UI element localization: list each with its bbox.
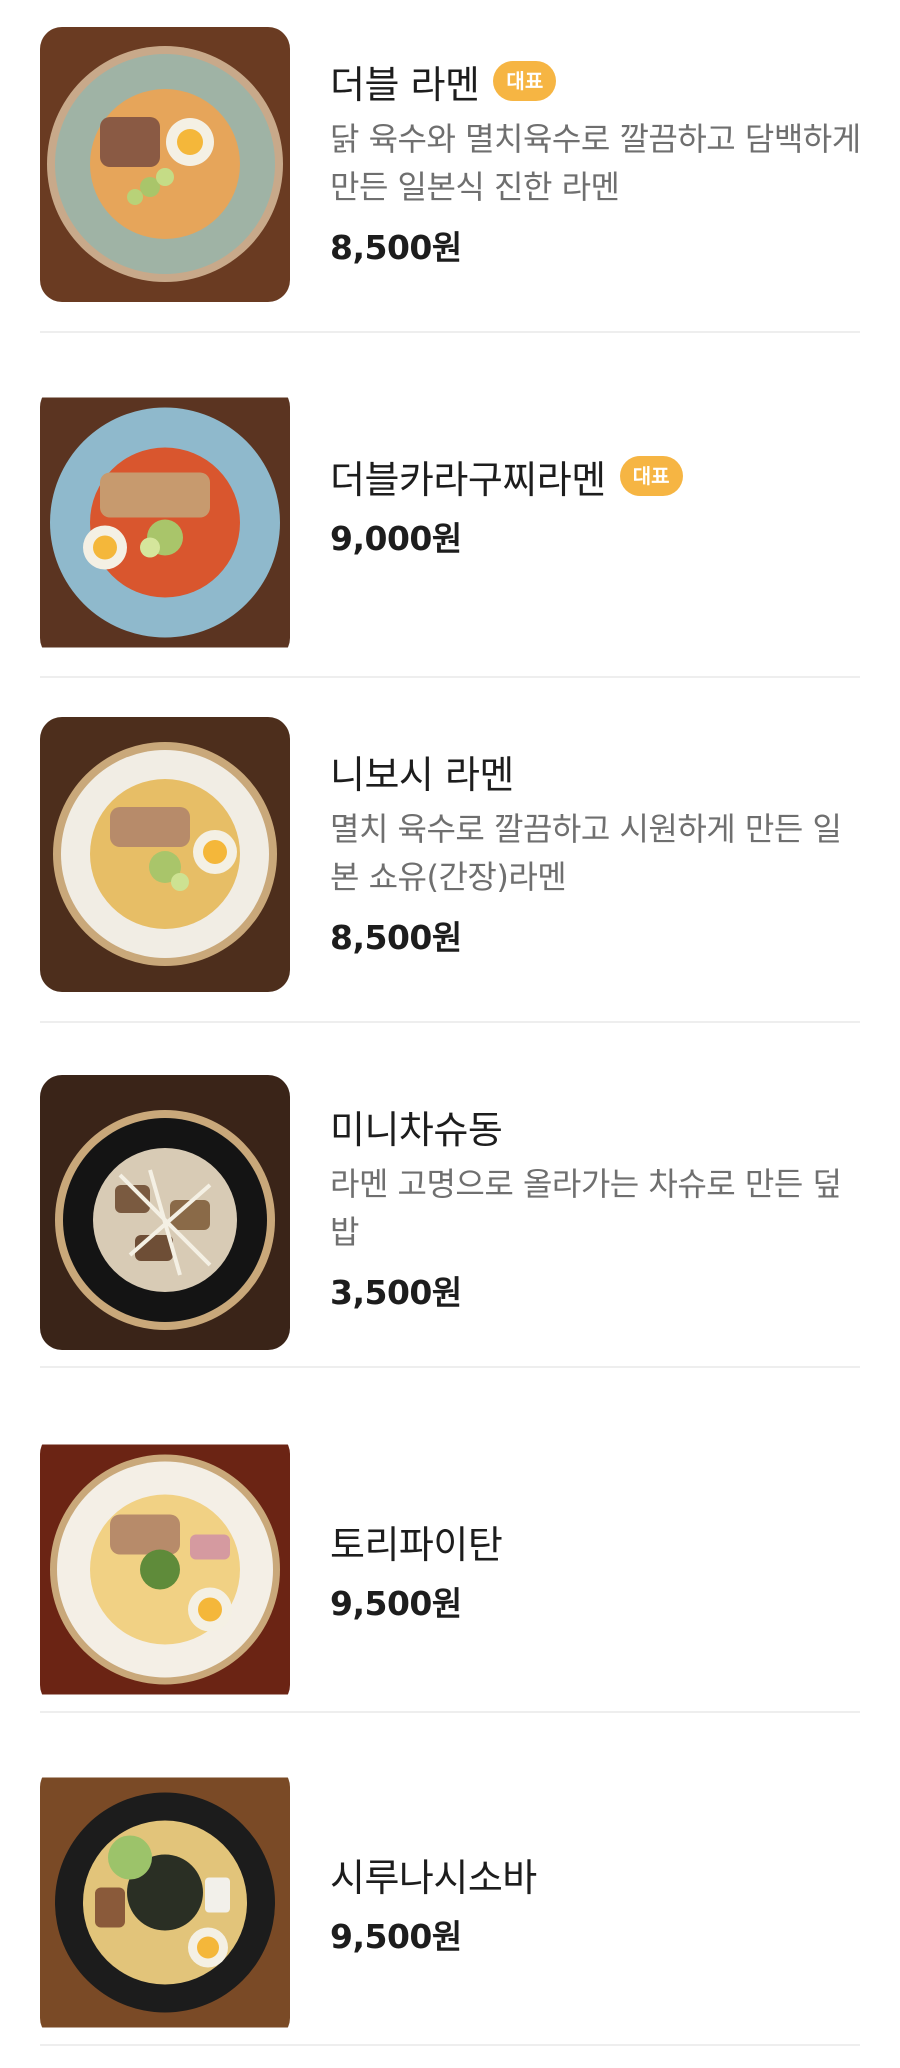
menu-item-info: 니보시 라멘 멸치 육수로 깔끔하고 시원하게 만든 일본 쇼유(간장)라멘 8…	[330, 745, 870, 959]
menu-item-description: 멸치 육수로 깔끔하고 시원하게 만든 일본 쇼유(간장)라멘	[330, 810, 842, 896]
menu-item-description: 닭 육수와 멸치육수로 깔끔하고 담백하게 만든 일본식 진한 라멘	[330, 120, 861, 206]
chashu-don-image	[40, 1075, 290, 1350]
menu-item-price: 8,500원	[330, 918, 462, 957]
menu-item-name-row: 미니차슈동	[330, 1100, 870, 1152]
menu-item-shirunashi-soba[interactable]: 시루나시소바 9,500원	[40, 1713, 860, 2046]
menu-item-info: 더블카라구찌라멘 대표 9,000원	[330, 450, 870, 560]
menu-item-price: 9,000원	[330, 519, 462, 558]
menu-item-price: 9,500원	[330, 1584, 462, 1623]
menu-item-image	[40, 1765, 290, 2040]
signature-badge: 대표	[493, 61, 557, 101]
menu-item-price: 8,500원	[330, 228, 462, 267]
menu-item-double-ramen[interactable]: 더블 라멘 대표 닭 육수와 멸치육수로 깔끔하고 담백하게 만든 일본식 진한…	[40, 0, 861, 333]
mazesoba-bowl-image	[40, 1777, 290, 2028]
ramen-bowl-image	[40, 27, 290, 302]
menu-item-price: 3,500원	[330, 1273, 462, 1312]
menu-item-name-row: 더블 라멘 대표	[330, 55, 870, 107]
menu-item-info: 시루나시소바 9,500원	[330, 1848, 870, 1958]
menu-item-info: 토리파이탄 9,500원	[330, 1515, 870, 1625]
menu-item-image	[40, 717, 290, 992]
menu-item-name-row: 시루나시소바	[330, 1848, 870, 1900]
menu-item-double-karaguchi-ramen[interactable]: 더블카라구찌라멘 대표 9,000원	[40, 345, 860, 678]
menu-item-mini-chashu-don[interactable]: 미니차슈동 라멘 고명으로 올라가는 차슈로 만든 덮밥 3,500원	[40, 1035, 860, 1368]
menu-item-description: 라멘 고명으로 올라가는 차슈로 만든 덮밥	[330, 1165, 842, 1251]
menu-item-name: 토리파이탄	[330, 1522, 503, 1567]
menu-item-image	[40, 1432, 290, 1707]
menu-item-info: 더블 라멘 대표 닭 육수와 멸치육수로 깔끔하고 담백하게 만든 일본식 진한…	[330, 55, 870, 269]
menu-item-info: 미니차슈동 라멘 고명으로 올라가는 차슈로 만든 덮밥 3,500원	[330, 1100, 870, 1314]
signature-badge: 대표	[619, 456, 683, 496]
menu-item-name-row: 니보시 라멘	[330, 745, 870, 797]
ramen-bowl-image	[40, 1444, 290, 1695]
ramen-bowl-image	[40, 397, 290, 648]
menu-item-name: 미니차슈동	[330, 1107, 503, 1152]
menu-item-price: 9,500원	[330, 1917, 462, 1956]
menu-item-name: 더블 라멘	[330, 62, 480, 107]
menu-item-image	[40, 1075, 290, 1350]
ramen-bowl-image	[40, 717, 290, 992]
menu-item-name: 더블카라구찌라멘	[330, 457, 606, 502]
menu-item-image	[40, 385, 290, 660]
menu-item-name-row: 토리파이탄	[330, 1515, 870, 1567]
menu-item-image	[40, 27, 290, 302]
menu-item-niboshi-ramen[interactable]: 니보시 라멘 멸치 육수로 깔끔하고 시원하게 만든 일본 쇼유(간장)라멘 8…	[40, 690, 860, 1023]
menu-item-name-row: 더블카라구찌라멘 대표	[330, 450, 870, 502]
menu-list: 더블 라멘 대표 닭 육수와 멸치육수로 깔끔하고 담백하게 만든 일본식 진한…	[0, 0, 900, 2068]
menu-item-name: 니보시 라멘	[330, 752, 514, 797]
menu-item-tori-paitan[interactable]: 토리파이탄 9,500원	[40, 1380, 860, 1713]
menu-item-name: 시루나시소바	[330, 1855, 537, 1900]
